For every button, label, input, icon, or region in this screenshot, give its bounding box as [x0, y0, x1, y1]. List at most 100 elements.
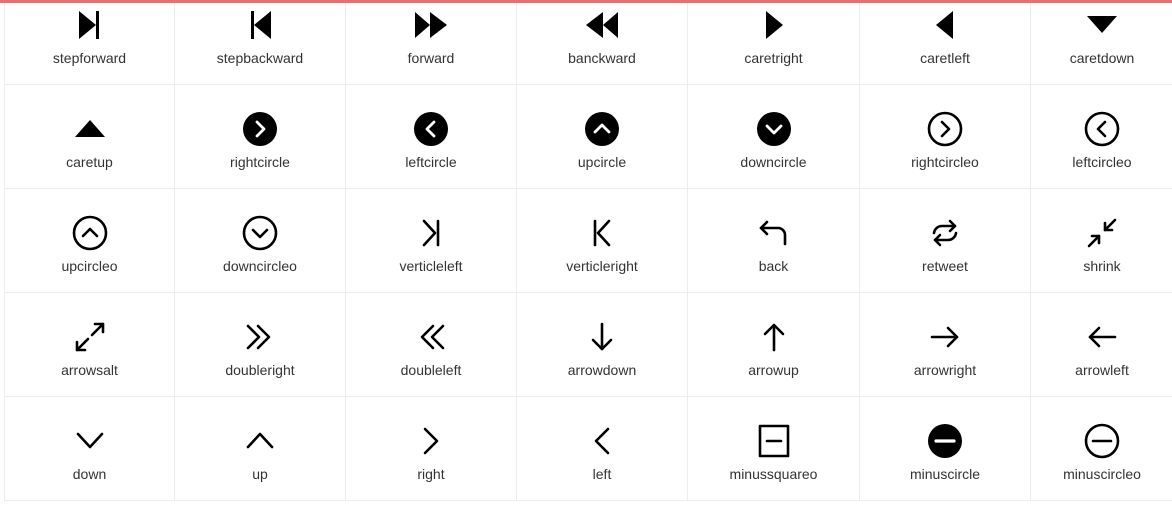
- icon-tile-arrowup[interactable]: arrowup: [688, 293, 860, 397]
- icon-label: down: [72, 466, 107, 482]
- icon-tile-downcircleo[interactable]: downcircleo: [175, 189, 346, 293]
- icon-tile-shrink[interactable]: shrink: [1031, 189, 1172, 293]
- down-circle-icon: [754, 109, 794, 149]
- icon-tile-doubleright[interactable]: doubleright: [175, 293, 346, 397]
- icon-tile-arrowdown[interactable]: arrowdown: [517, 293, 688, 397]
- icon-tile-verticleleft[interactable]: verticleleft: [346, 189, 517, 293]
- arrow-right-icon: [925, 317, 965, 357]
- icon-tile-rightcircleo[interactable]: rightcircleo: [860, 85, 1031, 189]
- icon-label: banckward: [568, 50, 636, 66]
- icon-tile-arrowright[interactable]: arrowright: [860, 293, 1031, 397]
- icon-label: minuscircle: [909, 466, 980, 482]
- icon-tile-stepforward[interactable]: stepforward: [5, 0, 175, 85]
- caret-left-icon: [925, 5, 965, 45]
- vertical-left-icon: [411, 213, 451, 253]
- icon-label: arrowsalt: [61, 362, 118, 378]
- up-circle-outline-icon: [70, 213, 110, 253]
- icon-tile-up[interactable]: up: [175, 397, 346, 501]
- icon-label: leftcircle: [405, 154, 457, 170]
- minus-square-outline-icon: [754, 421, 794, 461]
- icon-label: leftcircleo: [1072, 154, 1132, 170]
- icon-tile-arrowleft[interactable]: arrowleft: [1031, 293, 1172, 397]
- icon-tile-banckward[interactable]: banckward: [517, 0, 688, 85]
- icon-tile-back[interactable]: back: [688, 189, 860, 293]
- up-circle-icon: [582, 109, 622, 149]
- step-backward-icon: [240, 5, 280, 45]
- icon-label: stepforward: [52, 50, 127, 66]
- icon-tile-caretdown[interactable]: caretdown: [1031, 0, 1172, 85]
- minus-circle-outline-icon: [1082, 421, 1122, 461]
- double-right-icon: [240, 317, 280, 357]
- icon-tile-arrowsalt[interactable]: arrowsalt: [5, 293, 175, 397]
- left-circle-icon: [411, 109, 451, 149]
- icon-label: verticleleft: [399, 258, 463, 274]
- icon-tile-upcircle[interactable]: upcircle: [517, 85, 688, 189]
- backward-icon: [582, 5, 622, 45]
- icon-label: caretleft: [920, 50, 970, 66]
- icon-grid: stepforward stepbackward forward banckward c…: [4, 0, 1172, 501]
- icon-tile-right[interactable]: right: [346, 397, 517, 501]
- left-icon: [582, 421, 622, 461]
- icon-tile-minuscircleo[interactable]: minuscircleo: [1031, 397, 1172, 501]
- down-circle-outline-icon: [240, 213, 280, 253]
- caret-right-icon: [754, 5, 794, 45]
- back-icon: [754, 213, 794, 253]
- icon-tile-leftcircle[interactable]: leftcircle: [346, 85, 517, 189]
- icon-label: doubleleft: [400, 362, 462, 378]
- icon-label: caretdown: [1069, 50, 1135, 66]
- icon-tile-caretup[interactable]: caretup: [5, 85, 175, 189]
- icon-label: doubleright: [225, 362, 295, 378]
- arrows-alt-icon: [70, 317, 110, 357]
- icon-label: arrowdown: [567, 362, 637, 378]
- icon-tile-minuscircle[interactable]: minuscircle: [860, 397, 1031, 501]
- right-icon: [411, 421, 451, 461]
- caret-up-icon: [70, 109, 110, 149]
- caret-down-icon: [1082, 5, 1122, 45]
- minus-circle-icon: [925, 421, 965, 461]
- icon-label: shrink: [1083, 258, 1121, 274]
- up-icon: [240, 421, 280, 461]
- icon-tile-upcircleo[interactable]: upcircleo: [5, 189, 175, 293]
- retweet-icon: [925, 213, 965, 253]
- icon-label: up: [252, 466, 268, 482]
- icon-label: retweet: [922, 258, 968, 274]
- icon-tile-minussquareo[interactable]: minussquareo: [688, 397, 860, 501]
- icon-tile-leftcircleo[interactable]: leftcircleo: [1031, 85, 1172, 189]
- icon-tile-stepbackward[interactable]: stepbackward: [175, 0, 346, 85]
- icon-tile-downcircle[interactable]: downcircle: [688, 85, 860, 189]
- icon-label: rightcircleo: [911, 154, 979, 170]
- icon-label: arrowright: [913, 362, 977, 378]
- right-circle-icon: [240, 109, 280, 149]
- icon-label: arrowleft: [1075, 362, 1129, 378]
- shrink-icon: [1082, 213, 1122, 253]
- icon-tile-caretright[interactable]: caretright: [688, 0, 860, 85]
- icon-label: caretright: [744, 50, 803, 66]
- top-accent-bar: [0, 0, 1172, 3]
- icon-label: upcircle: [577, 154, 627, 170]
- down-icon: [70, 421, 110, 461]
- forward-icon: [411, 5, 451, 45]
- arrow-left-icon: [1082, 317, 1122, 357]
- step-forward-icon: [70, 5, 110, 45]
- icon-tile-down[interactable]: down: [5, 397, 175, 501]
- left-circle-outline-icon: [1082, 109, 1122, 149]
- right-circle-outline-icon: [925, 109, 965, 149]
- icon-tile-left[interactable]: left: [517, 397, 688, 501]
- icon-label: rightcircle: [230, 154, 290, 170]
- vertical-right-icon: [582, 213, 622, 253]
- icon-tile-doubleleft[interactable]: doubleleft: [346, 293, 517, 397]
- icon-label: right: [417, 466, 445, 482]
- icon-label: minussquareo: [729, 466, 818, 482]
- icon-tile-caretleft[interactable]: caretleft: [860, 0, 1031, 85]
- icon-label: caretup: [66, 154, 113, 170]
- icon-label: upcircleo: [61, 258, 118, 274]
- icon-tile-retweet[interactable]: retweet: [860, 189, 1031, 293]
- icon-label: verticleright: [566, 258, 638, 274]
- arrow-up-icon: [754, 317, 794, 357]
- icon-tile-rightcircle[interactable]: rightcircle: [175, 85, 346, 189]
- icon-tile-verticleright[interactable]: verticleright: [517, 189, 688, 293]
- icon-tile-forward[interactable]: forward: [346, 0, 517, 85]
- icon-label: downcircle: [740, 154, 807, 170]
- icon-label: minuscircleo: [1063, 466, 1141, 482]
- icon-label: forward: [407, 50, 455, 66]
